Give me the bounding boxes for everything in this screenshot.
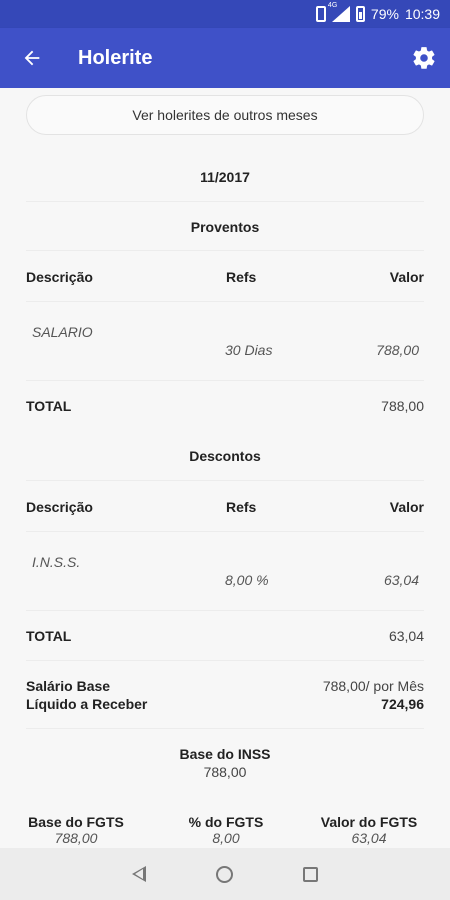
fgts-base-label: Base do FGTS [28,814,124,830]
signal-icon: 4G [328,2,350,22]
inss-label: Base do INSS [179,746,271,762]
provento-refs: 30 Dias [225,342,273,358]
descontos-total-row: TOTAL 63,04 [26,628,424,644]
proventos-title: Proventos [190,219,260,235]
liquido-label: Líquido a Receber [26,696,148,712]
fgts-pct: % do FGTS 8,00 [176,814,276,846]
payslip-content[interactable]: Ver holerites de outros meses 11/2017 Pr… [0,88,450,848]
period-label: 11/2017 [200,169,250,185]
proventos-total-row: TOTAL 788,00 [26,398,424,414]
header-valor: Valor [389,499,424,515]
battery-icon [355,6,365,22]
desconto-valor: 63,04 [383,572,419,588]
header-descricao: Descrição [26,269,93,285]
fgts-valor: Valor do FGTS 63,04 [314,814,424,846]
page-title: Holerite [78,46,153,69]
clock: 10:39 [404,6,440,22]
vibrate-icon [315,6,326,22]
nav-back-icon[interactable] [132,866,146,882]
network-type: 4G [327,2,338,9]
header-refs: Refs [226,499,257,515]
divider [26,201,424,202]
battery-level: 79% [370,6,399,22]
divider [26,250,424,251]
desconto-desc: I.N.S.S. [32,554,81,570]
divider [26,610,424,611]
divider [26,728,424,729]
provento-desc: SALARIO [32,324,93,340]
desconto-refs: 8,00 % [225,572,269,588]
fgts-valor-label: Valor do FGTS [320,814,418,830]
proventos-header: Descrição Refs Valor [26,269,424,285]
status-bar: 4G 79% 10:39 [0,0,450,28]
descontos-total-label: TOTAL [26,628,72,644]
divider [26,380,424,381]
liquido-row: Líquido a Receber 724,96 [26,696,424,712]
descontos-title: Descontos [189,448,261,464]
salario-base-row: Salário Base 788,00/ por Mês [26,678,424,694]
proventos-total-label: TOTAL [26,398,72,414]
header-valor: Valor [389,269,424,285]
settings-button[interactable] [404,38,444,78]
arrow-left-icon [24,50,40,66]
nav-home-icon[interactable] [216,865,233,883]
system-nav-bar [0,848,450,900]
descontos-header: Descrição Refs Valor [26,499,424,515]
fgts-pct-label: % do FGTS [188,814,264,830]
fgts-base: Base do FGTS 788,00 [26,814,126,846]
other-months-button[interactable]: Ver holerites de outros meses [26,95,424,135]
salario-base-label: Salário Base [26,678,111,694]
salario-base-value: 788,00/ por Mês [322,678,424,694]
divider [26,660,424,661]
divider [26,480,424,481]
descontos-total-value: 63,04 [388,628,424,644]
back-button[interactable] [12,38,52,78]
gear-icon [413,47,435,69]
divider [26,531,424,532]
header-refs: Refs [226,269,257,285]
nav-recents-icon[interactable] [303,866,318,882]
fgts-valor-value: 63,04 [351,830,387,846]
inss-value: 788,00 [203,764,247,780]
fgts-base-value: 788,00 [54,830,98,846]
header-descricao: Descrição [26,499,93,515]
liquido-value: 724,96 [381,696,424,712]
provento-valor: 788,00 [376,342,419,358]
fgts-pct-value: 8,00 [212,830,240,846]
proventos-total-value: 788,00 [381,398,424,414]
app-bar: Holerite [0,28,450,88]
divider [26,301,424,302]
